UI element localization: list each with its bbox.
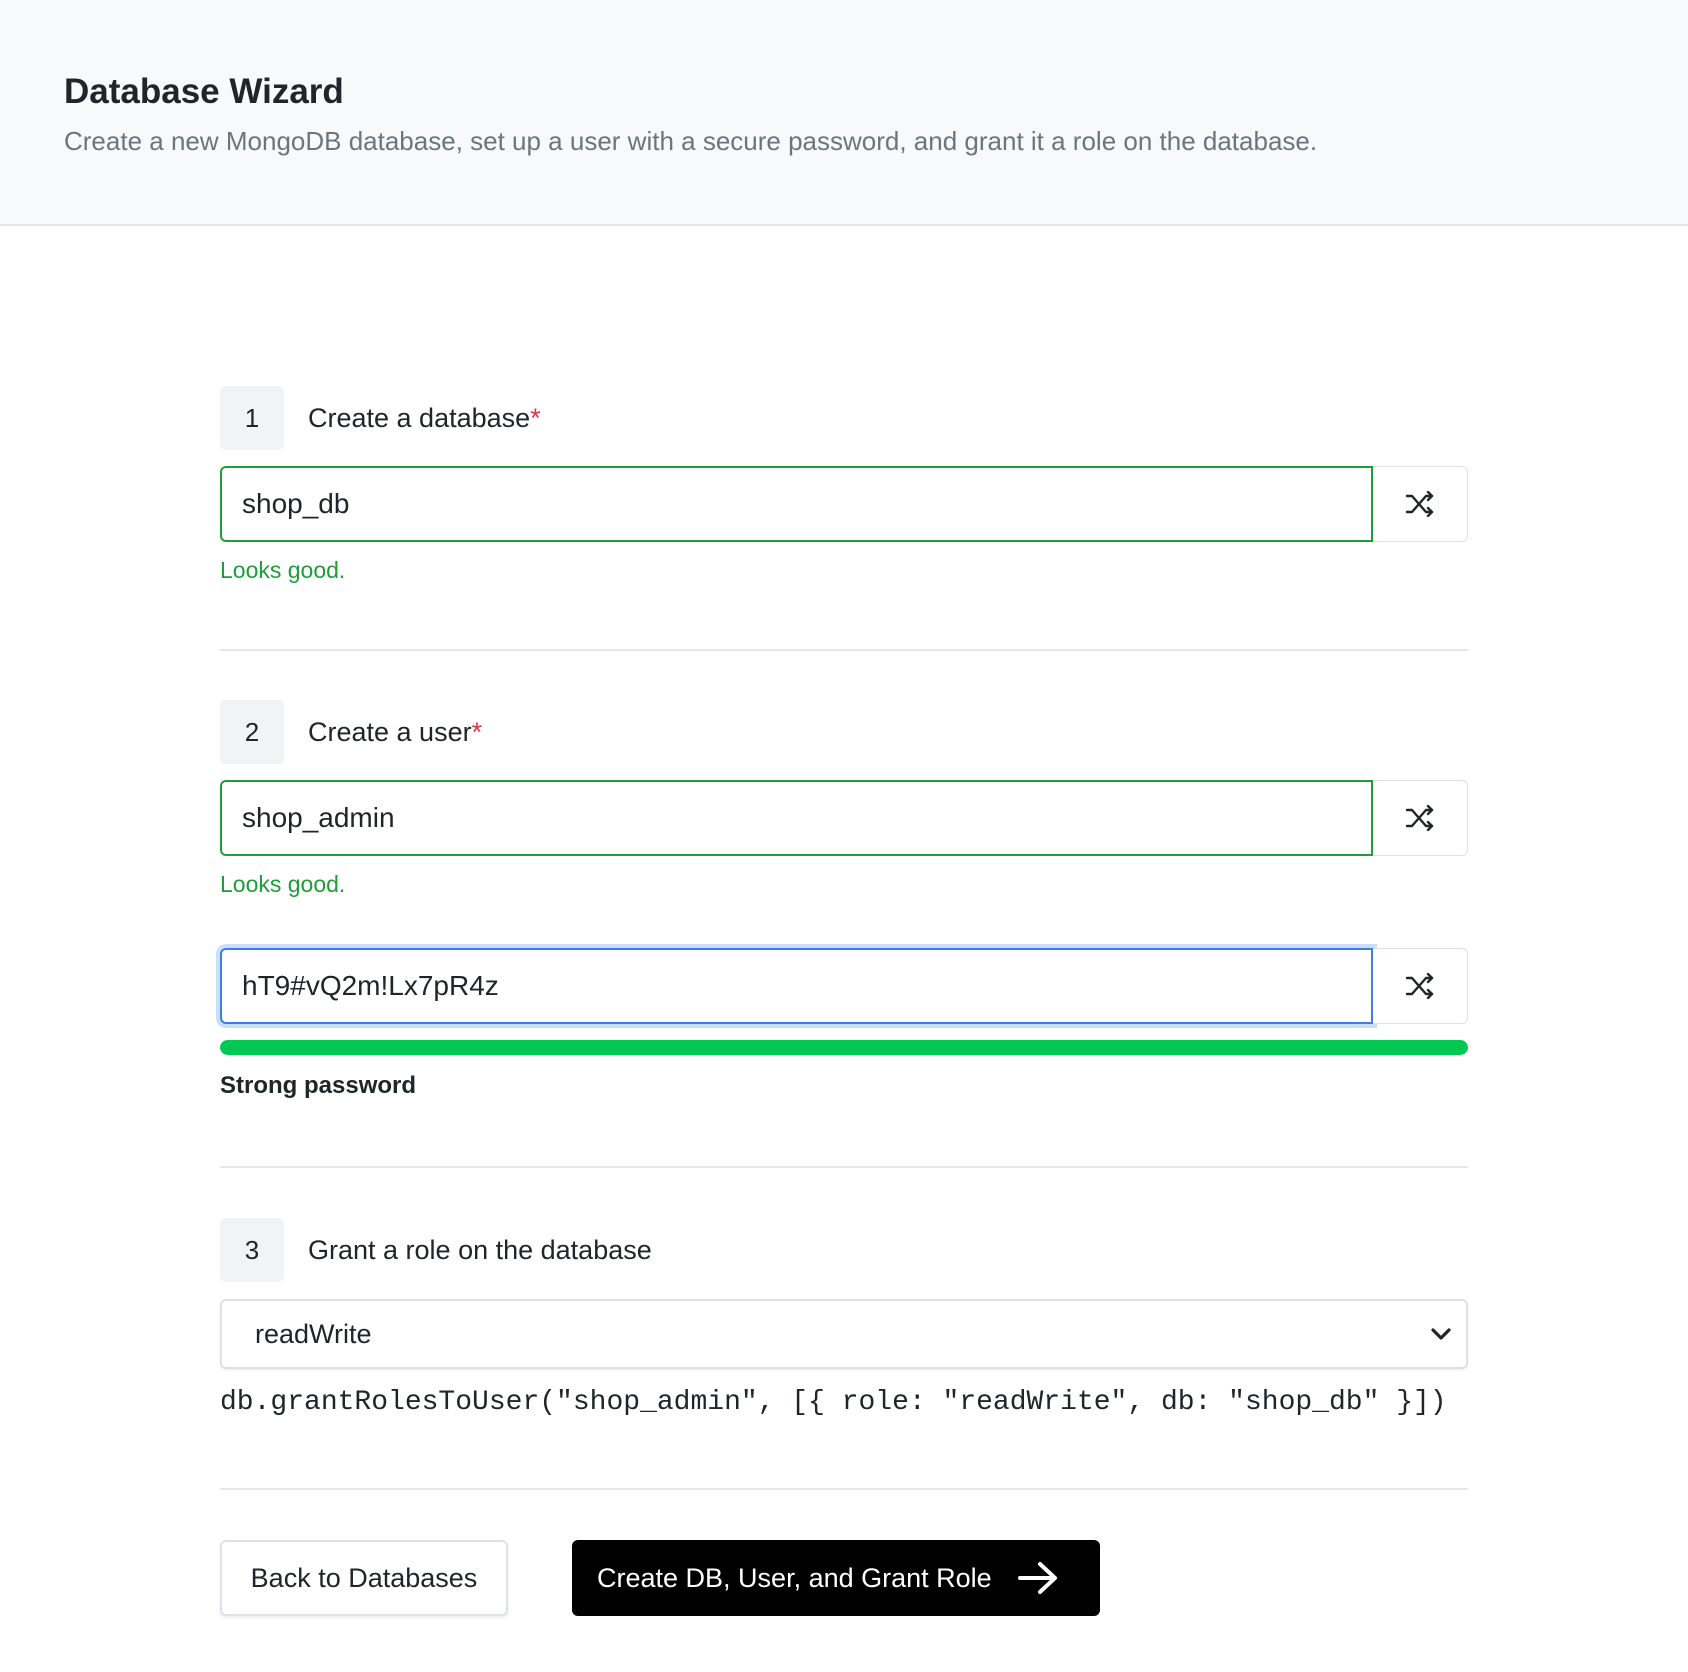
username-group	[220, 780, 1468, 856]
wizard-form: 1 Create a database* Looks good. 2 Creat…	[0, 0, 1688, 1672]
step-3-badge: 3	[220, 1218, 284, 1282]
arrow-right-icon	[1017, 1562, 1057, 1594]
create-button-label: Create DB, User, and Grant Role	[597, 1562, 992, 1593]
step-1-badge: 1	[220, 386, 284, 450]
shuffle-icon	[1405, 973, 1434, 999]
password-strength-fill	[220, 1040, 1468, 1055]
required-mark: *	[471, 717, 483, 747]
password-group	[220, 948, 1468, 1024]
step-3-title: Grant a role on the database	[308, 1235, 652, 1265]
back-to-databases-button[interactable]: Back to Databases	[220, 1540, 508, 1616]
step-1-title-text: Create a database	[308, 403, 531, 433]
shuffle-icon	[1405, 805, 1434, 831]
role-select[interactable]: readWrite	[220, 1299, 1468, 1369]
database-name-input[interactable]	[220, 466, 1373, 542]
chevron-down-icon	[1431, 1328, 1451, 1340]
step-1-title: Create a database*	[308, 386, 541, 450]
shuffle-icon	[1405, 491, 1434, 517]
required-mark: *	[530, 403, 541, 433]
generate-database-name-button[interactable]	[1373, 466, 1468, 542]
username-validation: Looks good.	[220, 871, 346, 897]
password-input[interactable]	[220, 948, 1373, 1024]
password-strength-bar	[220, 1040, 1468, 1055]
database-name-validation: Looks good.	[220, 557, 346, 583]
generate-username-button[interactable]	[1373, 780, 1468, 856]
divider	[220, 1166, 1468, 1168]
command-preview: db.grantRolesToUser("shop_admin", [{ rol…	[220, 1387, 1447, 1418]
divider	[220, 1488, 1468, 1490]
step-2-title-text: Create a user	[308, 717, 472, 747]
step-2-badge: 2	[220, 700, 284, 764]
database-name-group	[220, 466, 1468, 542]
username-input[interactable]	[220, 780, 1373, 856]
create-db-user-grant-role-button[interactable]: Create DB, User, and Grant Role	[572, 1540, 1100, 1616]
generate-password-button[interactable]	[1373, 948, 1468, 1024]
role-select-value: readWrite	[255, 1319, 372, 1349]
step-2-title: Create a user*	[308, 700, 482, 764]
divider	[220, 649, 1468, 651]
password-strength-label: Strong password	[220, 1072, 417, 1099]
